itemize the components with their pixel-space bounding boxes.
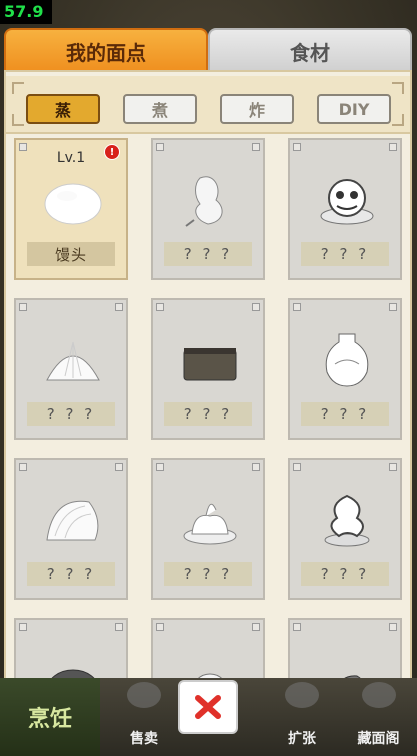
nav-sell-label: 售卖 xyxy=(130,731,158,747)
filter-bar: 蒸 煮 炸 DIY xyxy=(6,76,410,134)
card-pin xyxy=(156,463,164,471)
card-pin xyxy=(19,623,27,631)
steamed-bun-icon xyxy=(44,183,102,225)
swirl-bun-icon xyxy=(183,503,237,545)
filter-diy[interactable]: DIY xyxy=(317,94,391,124)
card-pin xyxy=(156,623,164,631)
card-pin xyxy=(115,303,123,311)
pastry-card-mantou[interactable]: Lv.1 ! 馒头 xyxy=(14,138,128,280)
locked-label: ? ? ? xyxy=(301,242,389,266)
dragon-bun-icon xyxy=(324,494,370,547)
nav-collection[interactable]: 藏面阁 xyxy=(340,678,417,756)
card-pin xyxy=(389,303,397,311)
pastry-card-locked[interactable]: ? ? ? xyxy=(14,458,128,600)
nav-expand-label: 扩张 xyxy=(288,731,316,747)
corner-ornament xyxy=(392,114,404,126)
collection-icon xyxy=(361,682,396,708)
tab-my-pastries[interactable]: 我的面点 xyxy=(4,28,208,72)
filter-steam[interactable]: 蒸 xyxy=(26,94,100,124)
nav-cook[interactable]: 烹饪 xyxy=(0,678,100,756)
card-pin xyxy=(389,623,397,631)
card-pin xyxy=(252,143,260,151)
card-pin xyxy=(252,463,260,471)
pastry-card-locked[interactable]: ? ? ? xyxy=(151,458,265,600)
card-pin xyxy=(293,303,301,311)
lion-dance-dumpling-icon xyxy=(320,179,374,225)
vase-dumpling-icon xyxy=(325,333,369,387)
card-pin xyxy=(389,143,397,151)
shell-dumpling-icon xyxy=(46,500,99,541)
pastry-card-locked[interactable]: ? ? ? xyxy=(151,298,265,440)
nav-collection-label: 藏面阁 xyxy=(357,731,400,747)
filter-fry[interactable]: 炸 xyxy=(220,94,294,124)
card-pin xyxy=(293,623,301,631)
sell-icon xyxy=(127,682,161,708)
tab-ingredients[interactable]: 食材 xyxy=(208,28,412,72)
card-pin xyxy=(156,143,164,151)
card-pin xyxy=(252,623,260,631)
card-pin xyxy=(293,143,301,151)
sponge-cake-icon xyxy=(183,348,237,381)
pastry-name: 馒头 xyxy=(27,242,115,266)
pastry-card-locked[interactable]: ? ? ? xyxy=(288,458,402,600)
locked-label: ? ? ? xyxy=(27,562,115,586)
card-pin xyxy=(252,303,260,311)
locked-label: ? ? ? xyxy=(301,562,389,586)
corner-ornament xyxy=(392,82,404,94)
new-badge: ! xyxy=(104,144,120,160)
card-pin xyxy=(389,463,397,471)
pastry-card-locked[interactable]: ? ? ? xyxy=(151,138,265,280)
locked-label: ? ? ? xyxy=(301,402,389,426)
card-pin xyxy=(19,463,27,471)
card-pin xyxy=(19,303,27,311)
nav-expand[interactable]: 扩张 xyxy=(262,678,342,756)
locked-label: ? ? ? xyxy=(164,562,252,586)
pastry-card-locked[interactable]: ? ? ? xyxy=(288,298,402,440)
filter-boil[interactable]: 煮 xyxy=(123,94,197,124)
card-pin xyxy=(115,463,123,471)
pastry-card-locked[interactable]: ? ? ? xyxy=(288,138,402,280)
corner-ornament xyxy=(12,82,24,94)
expand-icon xyxy=(285,682,319,708)
card-pin xyxy=(293,463,301,471)
corner-ornament xyxy=(12,114,24,126)
card-pin xyxy=(115,623,123,631)
close-icon xyxy=(195,695,221,719)
fps-counter: 57.9 xyxy=(0,0,52,24)
pastry-panel: 蒸 煮 炸 DIY Lv.1 ! 馒头 ? ? ? ? ? ? ? ? ? ? … xyxy=(4,70,412,694)
pastry-card-locked[interactable]: ? ? ? xyxy=(14,298,128,440)
radish-icon xyxy=(185,176,223,227)
locked-label: ? ? ? xyxy=(164,402,252,426)
locked-label: ? ? ? xyxy=(27,402,115,426)
nav-sell[interactable]: 售卖 xyxy=(104,678,184,756)
locked-label: ? ? ? xyxy=(164,242,252,266)
close-button[interactable] xyxy=(178,680,238,734)
baozi-icon xyxy=(46,341,100,381)
card-pin xyxy=(156,303,164,311)
